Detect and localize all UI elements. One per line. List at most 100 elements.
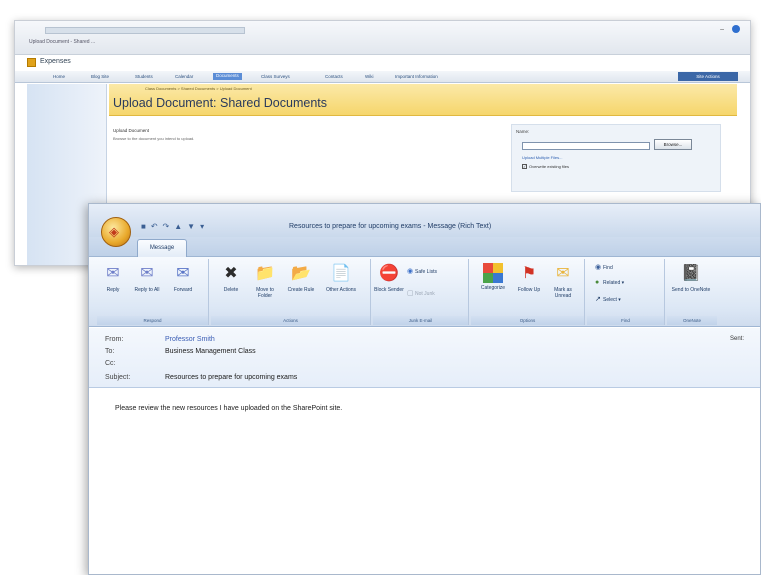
header-from: From: Professor Smith: [105, 336, 215, 343]
site-actions-button[interactable]: Site Actions: [678, 72, 738, 81]
down-arrow-icon[interactable]: ▼: [187, 222, 200, 231]
tab-message[interactable]: Message: [137, 239, 187, 257]
upload-multiple-link[interactable]: Upload Multiple Files...: [522, 155, 562, 160]
ribbon: ✉ Reply ✉ Reply to All ✉ Forward Respond…: [89, 257, 760, 327]
group-label-onenote[interactable]: OneNote: [667, 316, 717, 325]
address-bar[interactable]: [45, 27, 245, 34]
redo-icon[interactable]: ↷: [163, 222, 175, 231]
page-title: Upload Document: Shared Documents: [113, 96, 328, 110]
group-label-find[interactable]: Find: [587, 316, 664, 325]
not-junk-button[interactable]: ▢Not Junk: [407, 289, 435, 297]
reply-button[interactable]: ✉ Reply: [97, 263, 129, 293]
flag-icon: ⚑: [521, 265, 537, 282]
sent-label: Sent:: [729, 336, 744, 342]
undo-icon[interactable]: ↶: [151, 222, 163, 231]
header-to: To: Business Management Class: [105, 348, 256, 355]
group-label-actions[interactable]: Actions: [211, 316, 370, 325]
binoculars-icon: ◉: [595, 264, 602, 271]
site-logo-icon: [27, 58, 36, 67]
browse-button[interactable]: Browse...: [654, 139, 692, 150]
move-to-folder-button[interactable]: 📁 Move to Folder: [249, 263, 281, 299]
delete-button[interactable]: ✖ Delete: [215, 263, 247, 293]
block-sender-button[interactable]: ⛔ Block Sender: [373, 263, 405, 293]
message-headers: From: Professor Smith To: Business Manag…: [89, 328, 760, 388]
create-rule-button[interactable]: 📂 Create Rule: [285, 263, 317, 293]
overwrite-checkbox[interactable]: ✓: [522, 164, 527, 170]
nav-item-documents[interactable]: Documents: [213, 73, 242, 80]
forward-icon: ✉: [176, 265, 190, 282]
related-icon: ●: [595, 279, 600, 286]
name-field-label: Name:: [516, 129, 530, 134]
page-header: Class Documents > Shared Documents > Upl…: [109, 84, 737, 116]
overwrite-label: Overwrite existing files: [529, 164, 570, 169]
subject-value: Resources to prepare for upcoming exams: [165, 374, 298, 381]
follow-up-button[interactable]: ⚑ Follow Up: [513, 263, 545, 293]
nav-item-important-info[interactable]: Important Information: [395, 74, 438, 79]
header-cc: Cc:: [105, 360, 116, 367]
from-value[interactable]: Professor Smith: [165, 336, 215, 343]
nav-item-blog[interactable]: Blog Site: [91, 74, 109, 79]
categorize-button[interactable]: Categorize: [475, 263, 511, 291]
qat-dropdown-icon[interactable]: ▾: [200, 222, 209, 231]
browser-chrome: – Upload Document - Shared ...: [15, 21, 750, 55]
nav-item-wiki[interactable]: Wiki: [365, 74, 374, 79]
group-label-options[interactable]: Options: [471, 316, 584, 325]
other-actions-button[interactable]: 📄 Other Actions: [321, 263, 361, 293]
delete-x-icon: ✖: [224, 265, 238, 282]
save-icon[interactable]: ■: [141, 222, 151, 231]
forward-button[interactable]: ✉ Forward: [167, 263, 199, 293]
nav-item-class-surveys[interactable]: Class Surveys: [261, 74, 290, 79]
mark-unread-button[interactable]: ✉ Mark as Unread: [547, 263, 579, 299]
not-junk-icon: ▢: [407, 290, 414, 297]
block-sender-icon: ⛔: [379, 265, 399, 282]
safe-lists-icon: ◉: [407, 268, 414, 275]
safe-lists-button[interactable]: ◉ Safe Lists: [407, 267, 437, 275]
nav-item-contacts[interactable]: Contacts: [325, 74, 343, 79]
group-onenote: 📓 Send to OneNote OneNote: [667, 259, 717, 325]
find-button[interactable]: ◉ Find: [595, 263, 613, 271]
reply-icon: ✉: [106, 265, 120, 282]
select-button[interactable]: ↗ Select ▾: [595, 295, 621, 303]
overwrite-option[interactable]: ✓ Overwrite existing files: [522, 164, 570, 170]
section-description: Browse to the document you intend to upl…: [113, 136, 195, 141]
group-respond: ✉ Reply ✉ Reply to All ✉ Forward Respond: [97, 259, 209, 325]
browser-logo-icon: [732, 25, 740, 33]
message-body[interactable]: Please review the new resources I have u…: [89, 389, 760, 574]
document-icon: 📄: [331, 265, 351, 282]
category-grid-icon: [483, 263, 503, 283]
browser-tab-title[interactable]: Upload Document - Shared ...: [29, 39, 95, 45]
group-label-respond[interactable]: Respond: [97, 316, 208, 325]
nav-item-home[interactable]: Home: [53, 74, 65, 79]
file-path-input[interactable]: [522, 142, 650, 150]
related-button[interactable]: ● Related ▾: [595, 279, 624, 286]
group-actions: ✖ Delete 📁 Move to Folder 📂 Create Rule …: [211, 259, 371, 325]
top-nav: Home Blog Site Students Calendar Documen…: [15, 71, 750, 83]
rule-icon: 📂: [291, 265, 311, 282]
group-options: Categorize ⚑ Follow Up ✉ Mark as Unread …: [471, 259, 585, 325]
breadcrumb[interactable]: Class Documents > Shared Documents > Upl…: [145, 86, 252, 91]
site-title[interactable]: Expenses: [40, 58, 71, 65]
select-icon: ↗: [595, 296, 601, 303]
message-text: Please review the new resources I have u…: [115, 405, 343, 412]
group-label-junk[interactable]: Junk E-mail: [373, 316, 468, 325]
to-value[interactable]: Business Management Class: [165, 348, 256, 355]
folder-icon: 📁: [255, 265, 275, 282]
group-junk-email: ⛔ Block Sender ◉ Safe Lists ▢Not Junk Jun…: [373, 259, 469, 325]
nav-item-calendar[interactable]: Calendar: [175, 74, 193, 79]
ribbon-tabs: Message: [89, 237, 760, 257]
reply-all-button[interactable]: ✉ Reply to All: [131, 263, 163, 293]
upload-panel: Name: Browse... Upload Multiple Files...…: [511, 124, 721, 192]
onenote-icon: 📓: [681, 265, 701, 282]
send-to-onenote-button[interactable]: 📓 Send to OneNote: [671, 263, 711, 293]
window-title: Resources to prepare for upcoming exams …: [289, 223, 492, 230]
nav-item-students[interactable]: Students: [135, 74, 153, 79]
envelope-icon: ✉: [556, 265, 570, 282]
office-logo-icon: ◈: [109, 224, 119, 239]
reply-all-icon: ✉: [140, 265, 154, 282]
up-arrow-icon[interactable]: ▲: [174, 222, 187, 231]
title-bar: ■↶↷▲▼▾ Resources to prepare for upcoming…: [89, 204, 760, 237]
minimize-icon[interactable]: –: [720, 26, 724, 33]
office-orb-icon[interactable]: ◈: [101, 217, 131, 247]
outlook-message-window: ■↶↷▲▼▾ Resources to prepare for upcoming…: [88, 203, 761, 575]
quick-access-toolbar[interactable]: ■↶↷▲▼▾: [141, 222, 209, 231]
